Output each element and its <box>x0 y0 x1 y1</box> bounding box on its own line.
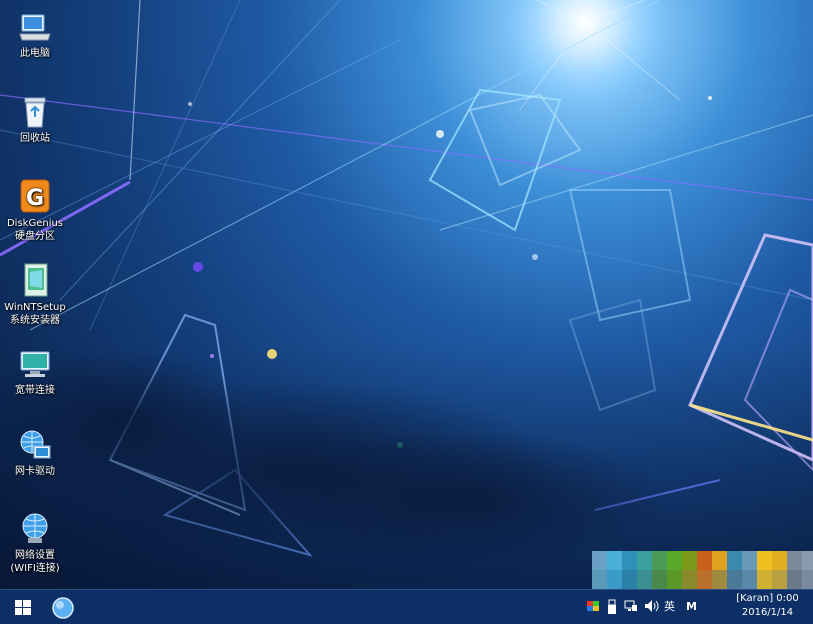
browser-taskbar-button[interactable] <box>50 595 76 621</box>
desktop-icon-network-driver[interactable]: 网卡驱动 <box>4 428 66 478</box>
colorful-flag-icon <box>587 601 599 611</box>
icon-label: 回收站 <box>20 133 50 144</box>
speaker-icon <box>645 600 659 612</box>
wallpaper <box>0 0 813 570</box>
desktop-icon-winntsetup[interactable]: WinNTSetup 系统安装器 <box>4 262 66 327</box>
start-button[interactable] <box>8 596 38 620</box>
network-driver-icon <box>20 430 51 459</box>
desktop[interactable]: 此电脑 回收站 G DiskGenius 硬盘分区 WinNTSetup 系统安… <box>0 0 813 624</box>
ime-mode-indicator[interactable]: M <box>686 599 700 615</box>
broadband-icon <box>20 351 50 377</box>
icon-label-line2: (WIFI连接) <box>10 563 60 574</box>
windows-logo-icon <box>15 600 31 615</box>
desktop-icon-broadband[interactable]: 宽带连接 <box>4 349 66 397</box>
system-tray: 英 M <box>582 590 722 624</box>
taskbar-clock[interactable]: [Karan] 0:00 2016/1/14 <box>722 590 813 624</box>
diskgenius-icon: G <box>20 179 50 213</box>
network-tray-icon[interactable] <box>624 599 638 615</box>
icon-label: 此电脑 <box>20 48 50 59</box>
usb-tray-icon[interactable] <box>606 599 618 615</box>
color-flag-tray-icon[interactable] <box>586 599 600 615</box>
icon-label-line2: 硬盘分区 <box>15 231 55 242</box>
winntsetup-icon <box>24 263 48 297</box>
icon-label: WinNTSetup <box>4 302 66 313</box>
recycle-bin-icon <box>24 97 46 128</box>
blurred-region <box>592 551 813 589</box>
clock-date: 2016/1/14 <box>741 607 794 618</box>
this-pc-icon <box>19 14 51 41</box>
icon-label: DiskGenius <box>6 218 64 229</box>
network-settings-icon <box>22 513 48 543</box>
icon-label-line2: 系统安装器 <box>10 315 60 326</box>
ime-language-indicator[interactable]: 英 <box>664 599 678 615</box>
desktop-icon-recycle-bin[interactable]: 回收站 <box>4 95 66 145</box>
desktop-icon-this-pc[interactable]: 此电脑 <box>4 12 66 60</box>
icon-label: 网络设置 <box>15 550 55 561</box>
desktop-icon-diskgenius[interactable]: G DiskGenius 硬盘分区 <box>4 178 66 243</box>
svg-text:G: G <box>26 186 44 211</box>
clock-time: [Karan] 0:00 <box>736 593 799 604</box>
icon-label: 网卡驱动 <box>15 466 55 477</box>
volume-tray-icon[interactable] <box>644 599 659 615</box>
desktop-icon-network-settings[interactable]: 网络设置 (WIFI连接) <box>4 512 66 575</box>
taskbar: 英 M [Karan] 0:00 2016/1/14 <box>0 589 813 624</box>
usb-device-icon <box>608 599 616 614</box>
icon-label: 宽带连接 <box>15 385 55 396</box>
network-monitor-icon <box>624 600 637 611</box>
browser-globe-icon <box>52 597 74 619</box>
